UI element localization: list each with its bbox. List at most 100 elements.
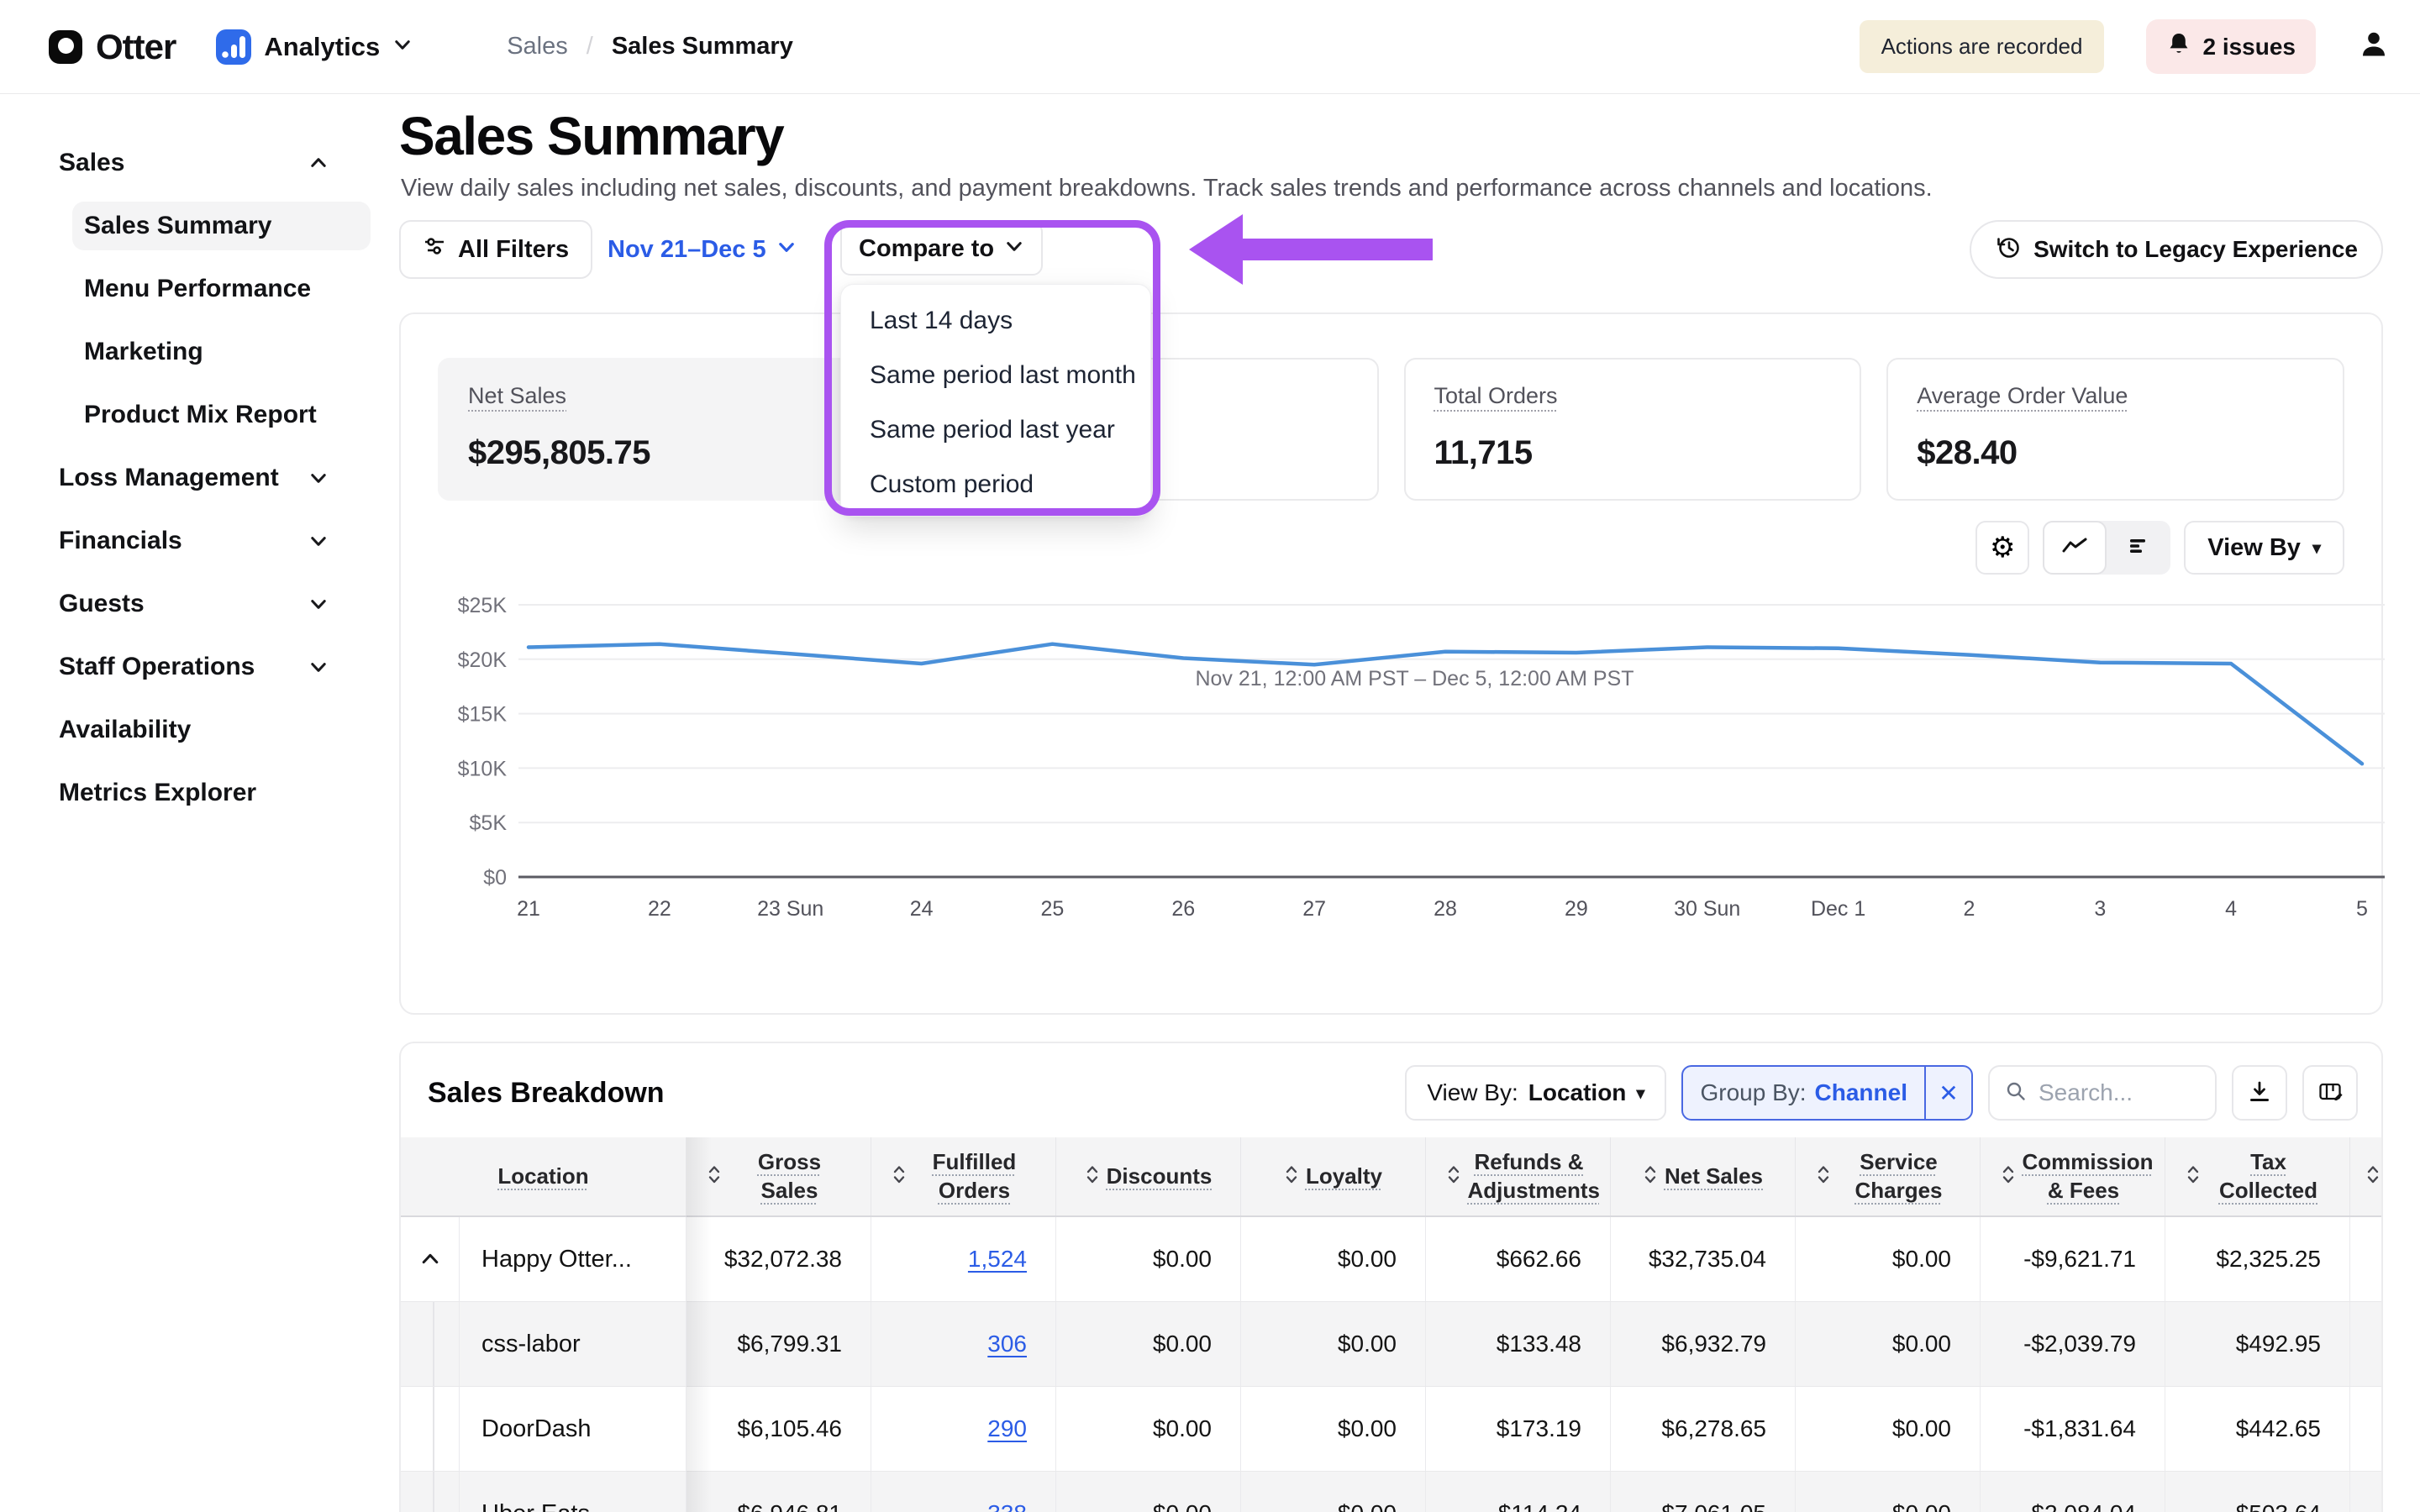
chevron-down-icon: [776, 236, 797, 264]
breadcrumb-sales[interactable]: Sales: [507, 33, 568, 60]
compare-to-button[interactable]: Compare to: [840, 222, 1043, 276]
sidebar-item-sales[interactable]: Sales: [0, 131, 399, 194]
sidebar: Sales Sales SummaryMenu Performance Market…: [0, 94, 399, 1512]
all-filters-button[interactable]: All Filters: [399, 220, 592, 279]
column-header-loyalty[interactable]: Loyalty: [1241, 1137, 1426, 1215]
date-range-picker[interactable]: Nov 21–Dec 5: [608, 220, 797, 279]
breakdown-view-by-button[interactable]: View By: Location ▾: [1405, 1065, 1666, 1121]
column-header-discounts[interactable]: Discounts: [1056, 1137, 1241, 1215]
column-header-extra[interactable]: [2350, 1137, 2383, 1215]
sort-icon: [1284, 1162, 1299, 1191]
line-chart-toggle[interactable]: [2043, 521, 2107, 575]
group-by-chip[interactable]: Group By: Channel ✕: [1681, 1065, 1973, 1121]
column-header-label: Tax Collected: [2207, 1148, 2330, 1205]
sidebar-item-product-mix-report[interactable]: Product Mix Report: [0, 383, 399, 446]
kpi-label: Average Order Value: [1917, 383, 2128, 408]
value-cell: $0.00: [1056, 1472, 1241, 1512]
location-cell: css-labor: [460, 1302, 687, 1386]
column-header-location[interactable]: Location: [401, 1137, 687, 1215]
page-subtitle: View daily sales including net sales, di…: [401, 175, 2333, 202]
row-indent: [401, 1302, 460, 1386]
orders-link-cell[interactable]: 1,524: [871, 1217, 1056, 1301]
sidebar-item-label: Marketing: [72, 328, 217, 376]
user-menu[interactable]: [2358, 29, 2390, 65]
svg-text:$0: $0: [483, 866, 507, 890]
sidebar-item-metrics-explorer[interactable]: Metrics Explorer: [0, 761, 399, 824]
menu-item-last-14-days[interactable]: Last 14 days: [841, 293, 1150, 348]
actions-recorded-badge: Actions are recorded: [1860, 20, 2105, 73]
chart-settings-button[interactable]: ⚙: [1975, 521, 2029, 575]
table-header-row: LocationGross SalesFulfilled OrdersDisco…: [401, 1137, 2381, 1217]
bar-chart-toggle[interactable]: [2107, 521, 2170, 575]
kpi-card-average-order-value[interactable]: Average Order Value $28.40: [1886, 358, 2344, 501]
column-header-label: Commission & Fees: [2023, 1148, 2145, 1205]
empty-cell: [2350, 1302, 2381, 1386]
sidebar-item-label: Metrics Explorer: [59, 779, 256, 807]
orders-link-cell[interactable]: 290: [871, 1387, 1056, 1471]
value-cell: -$2,084.04: [1981, 1472, 2165, 1512]
sidebar-item-label: Availability: [59, 716, 191, 744]
chart-type-toggle: [2043, 521, 2170, 575]
menu-item-same-period-last-month[interactable]: Same period last month: [841, 348, 1150, 402]
table-row-doordash[interactable]: DoorDash$6,105.46290$0.00$0.00$173.19$6,…: [401, 1387, 2381, 1472]
sidebar-item-marketing[interactable]: Marketing: [0, 320, 399, 383]
value-cell: $7,061.05: [1611, 1472, 1796, 1512]
kpi-card-total-orders[interactable]: Total Orders11,715: [1404, 358, 1862, 501]
search-input[interactable]: [2039, 1079, 2181, 1106]
svg-text:23 Sun: 23 Sun: [757, 897, 823, 921]
menu-item-custom-period[interactable]: Custom period: [841, 457, 1150, 512]
sidebar-item-guests[interactable]: Guests: [0, 572, 399, 635]
svg-text:$15K: $15K: [458, 703, 508, 727]
sidebar-item-availability[interactable]: Availability: [0, 698, 399, 761]
column-header-fulfilled-orders[interactable]: Fulfilled Orders: [871, 1137, 1056, 1215]
sidebar-item-sales-summary[interactable]: Sales Summary: [0, 194, 399, 257]
download-button[interactable]: [2232, 1065, 2287, 1121]
column-header-service-charges[interactable]: Service Charges: [1796, 1137, 1981, 1215]
product-switcher[interactable]: Analytics: [216, 29, 413, 65]
edit-columns-button[interactable]: [2302, 1065, 2358, 1121]
chevron-down-icon: [308, 657, 329, 677]
table-row-happy-otter[interactable]: Happy Otter...$32,072.381,524$0.00$0.00$…: [401, 1217, 2381, 1302]
column-header-net-sales[interactable]: Net Sales: [1611, 1137, 1796, 1215]
breakdown-controls: View By: Location ▾ Group By: Channel ✕: [1405, 1065, 2358, 1121]
search-icon: [2005, 1080, 2027, 1106]
value-cell: $32,735.04: [1611, 1217, 1796, 1301]
switch-legacy-button[interactable]: Switch to Legacy Experience: [1970, 220, 2383, 279]
chevron-down-icon: [1004, 235, 1024, 263]
close-icon[interactable]: ✕: [1926, 1067, 1971, 1119]
sidebar-item-loss-management[interactable]: Loss Management: [0, 446, 399, 509]
value-cell: $0.00: [1796, 1387, 1981, 1471]
sidebar-item-staff-operations[interactable]: Staff Operations: [0, 635, 399, 698]
kpi-card-net-sales[interactable]: Net Sales$295,805.75: [438, 358, 896, 501]
value-cell: $2,325.25: [2165, 1217, 2350, 1301]
svg-text:Dec 1: Dec 1: [1811, 897, 1865, 921]
orders-link-cell[interactable]: 306: [871, 1302, 1056, 1386]
column-header-gross-sales[interactable]: Gross Sales: [687, 1137, 871, 1215]
breadcrumb-separator: /: [587, 33, 593, 60]
table-row-css-labor[interactable]: css-labor$6,799.31306$0.00$0.00$133.48$6…: [401, 1302, 2381, 1387]
issues-button[interactable]: 2 issues: [2146, 19, 2316, 74]
sidebar-item-menu-performance[interactable]: Menu Performance: [0, 257, 399, 320]
empty-cell: [2350, 1217, 2381, 1301]
kpi-value: $28.40: [1917, 434, 2314, 472]
svg-text:27: 27: [1302, 897, 1326, 921]
sidebar-item-label: Sales: [59, 149, 124, 177]
kpi-label: Total Orders: [1434, 383, 1558, 408]
column-header-tax-collected[interactable]: Tax Collected: [2165, 1137, 2350, 1215]
svg-text:25: 25: [1040, 897, 1064, 921]
orders-link-cell[interactable]: 338: [871, 1472, 1056, 1512]
table-row-uber-eats[interactable]: Uber Eats$6,946.81338$0.00$0.00$114.24$7…: [401, 1472, 2381, 1512]
value-cell: $6,932.79: [1611, 1302, 1796, 1386]
sort-icon: [1643, 1162, 1658, 1191]
value-cell: -$9,621.71: [1981, 1217, 2165, 1301]
topbar-actions: Actions are recorded 2 issues: [1860, 19, 2390, 74]
menu-item-same-period-last-year[interactable]: Same period last year: [841, 402, 1150, 457]
column-header-refunds-adjustments[interactable]: Refunds & Adjustments: [1426, 1137, 1611, 1215]
otter-logo-text: Otter: [96, 27, 176, 67]
sidebar-item-financials[interactable]: Financials: [0, 509, 399, 572]
value-cell: $0.00: [1241, 1302, 1426, 1386]
history-icon: [1995, 234, 2022, 266]
column-header-commission-fees[interactable]: Commission & Fees: [1981, 1137, 2165, 1215]
collapse-caret-icon[interactable]: [401, 1217, 460, 1301]
view-by-button[interactable]: View By ▾: [2184, 521, 2344, 575]
